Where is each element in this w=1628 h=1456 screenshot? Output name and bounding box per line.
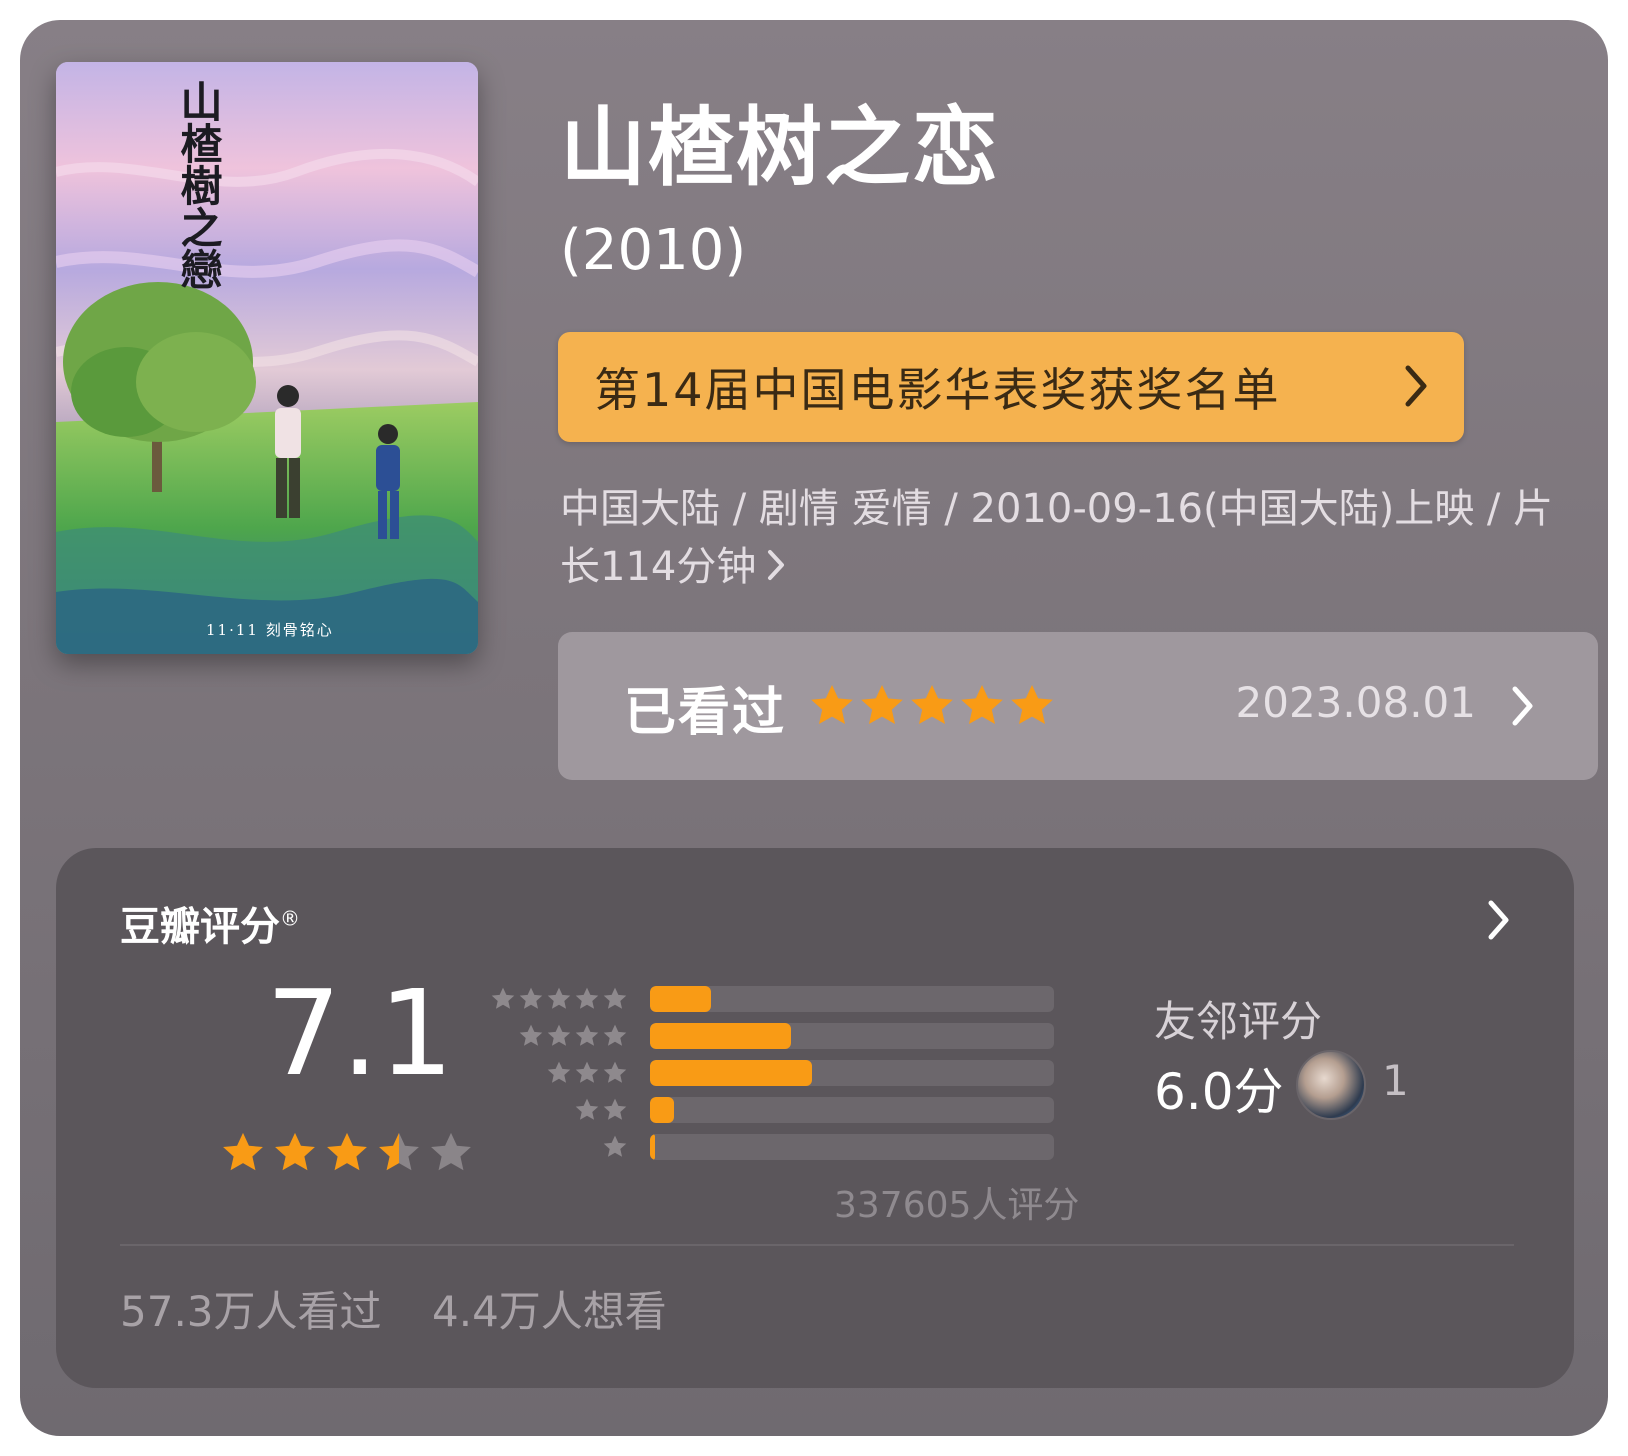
distribution-stars xyxy=(486,1060,628,1086)
poster-artwork xyxy=(56,62,478,654)
distribution-row xyxy=(486,980,1054,1017)
poster-tagline: 11·11 刻骨铭心 xyxy=(206,621,334,639)
distribution-row xyxy=(486,1054,1054,1091)
movie-meta-text: 中国大陆 / 剧情 爱情 / 2010-09-16(中国大陆)上映 / 片长11… xyxy=(560,486,1554,590)
star-icon xyxy=(491,987,515,1009)
distribution-stars xyxy=(486,1134,628,1160)
chevron-right-icon xyxy=(1510,684,1536,732)
distribution-bar-fill xyxy=(650,1096,675,1123)
watched-label: 已看过 xyxy=(624,683,787,743)
movie-card: 山楂樹之戀 11·11 刻骨铭心 山楂树之恋 (2010) 第14届中国电影华表… xyxy=(20,20,1608,1436)
chevron-right-icon xyxy=(766,540,786,598)
rating-score: 7.1 xyxy=(266,964,454,1102)
movie-meta-link[interactable]: 中国大陆 / 剧情 爱情 / 2010-09-16(中国大陆)上映 / 片长11… xyxy=(560,480,1570,598)
poster-title: 山楂樹之戀 xyxy=(174,80,223,290)
star-icon xyxy=(603,1061,627,1083)
distribution-row xyxy=(486,1128,1054,1165)
movie-title: 山楂树之恋 xyxy=(560,98,1000,198)
friends-rating-count: 1 xyxy=(1382,1056,1409,1105)
distribution-row xyxy=(486,1017,1054,1054)
distribution-bar-fill xyxy=(650,985,711,1012)
star-icon xyxy=(575,1061,599,1083)
my-rating-star-icon xyxy=(861,685,903,724)
distribution-bar-fill xyxy=(650,1059,812,1086)
watched-date: 2023.08.01 xyxy=(1235,678,1476,727)
rating-count: 337605人评分 xyxy=(834,1185,1080,1226)
rating-heading: 豆瓣评分® xyxy=(120,894,300,952)
distribution-bar-track xyxy=(650,1096,1054,1123)
divider xyxy=(120,1244,1514,1246)
friend-avatar[interactable] xyxy=(1296,1050,1366,1120)
chevron-right-icon[interactable] xyxy=(1486,898,1512,946)
movie-year: (2010) xyxy=(560,218,747,283)
distribution-row xyxy=(486,1091,1054,1128)
movie-poster[interactable]: 山楂樹之戀 11·11 刻骨铭心 xyxy=(56,62,478,654)
distribution-bar-track xyxy=(650,1059,1054,1086)
score-star-icon xyxy=(223,1132,263,1171)
my-rating-stars xyxy=(808,682,1056,730)
score-star-icon xyxy=(431,1132,471,1171)
score-star-icon xyxy=(275,1132,315,1171)
chevron-right-icon xyxy=(1402,362,1430,414)
want-to-watch-stat[interactable]: 4.4万人想看 xyxy=(432,1278,667,1339)
rating-stars xyxy=(220,1130,474,1176)
registered-mark: ® xyxy=(280,906,300,931)
star-icon xyxy=(575,1098,599,1120)
star-icon xyxy=(603,987,627,1009)
rating-heading-text: 豆瓣评分 xyxy=(120,904,280,950)
my-rating-star-icon xyxy=(961,685,1003,724)
watched-count-stat[interactable]: 57.3万人看过 xyxy=(120,1278,382,1339)
score-star-icon xyxy=(379,1132,419,1171)
star-icon xyxy=(547,1061,571,1083)
friends-rating-score: 6.0分 xyxy=(1154,1063,1284,1121)
distribution-stars xyxy=(486,1097,628,1123)
rating-distribution xyxy=(486,980,1054,1165)
distribution-stars xyxy=(486,1023,628,1049)
distribution-bar-track xyxy=(650,1022,1054,1049)
star-icon xyxy=(575,1024,599,1046)
award-banner-label: 第14届中国电影华表奖获奖名单 xyxy=(594,363,1281,417)
my-rating-star-icon xyxy=(811,685,853,724)
star-icon xyxy=(519,987,543,1009)
star-icon xyxy=(603,1024,627,1046)
star-icon xyxy=(519,1024,543,1046)
my-rating-star-icon xyxy=(1011,685,1053,724)
friends-rating-label[interactable]: 友邻评分 xyxy=(1154,988,1322,1049)
douban-rating-panel[interactable]: 豆瓣评分® 7.1 337605人评分 友邻评分 6.0分 1 57.3万人看过… xyxy=(56,848,1574,1388)
distribution-stars xyxy=(486,986,628,1012)
star-icon xyxy=(575,987,599,1009)
my-watched-row[interactable]: 已看过 2023.08.01 xyxy=(558,632,1598,780)
distribution-bar-track xyxy=(650,985,1054,1012)
distribution-bar-fill xyxy=(650,1022,792,1049)
star-icon xyxy=(547,1024,571,1046)
distribution-bar-track xyxy=(650,1133,1054,1160)
star-icon xyxy=(603,1135,627,1157)
star-icon xyxy=(603,1098,627,1120)
my-rating-star-icon xyxy=(911,685,953,724)
award-banner-button[interactable]: 第14届中国电影华表奖获奖名单 xyxy=(558,332,1464,442)
score-star-icon xyxy=(327,1132,367,1171)
distribution-bar-fill xyxy=(650,1133,655,1160)
star-icon xyxy=(547,987,571,1009)
